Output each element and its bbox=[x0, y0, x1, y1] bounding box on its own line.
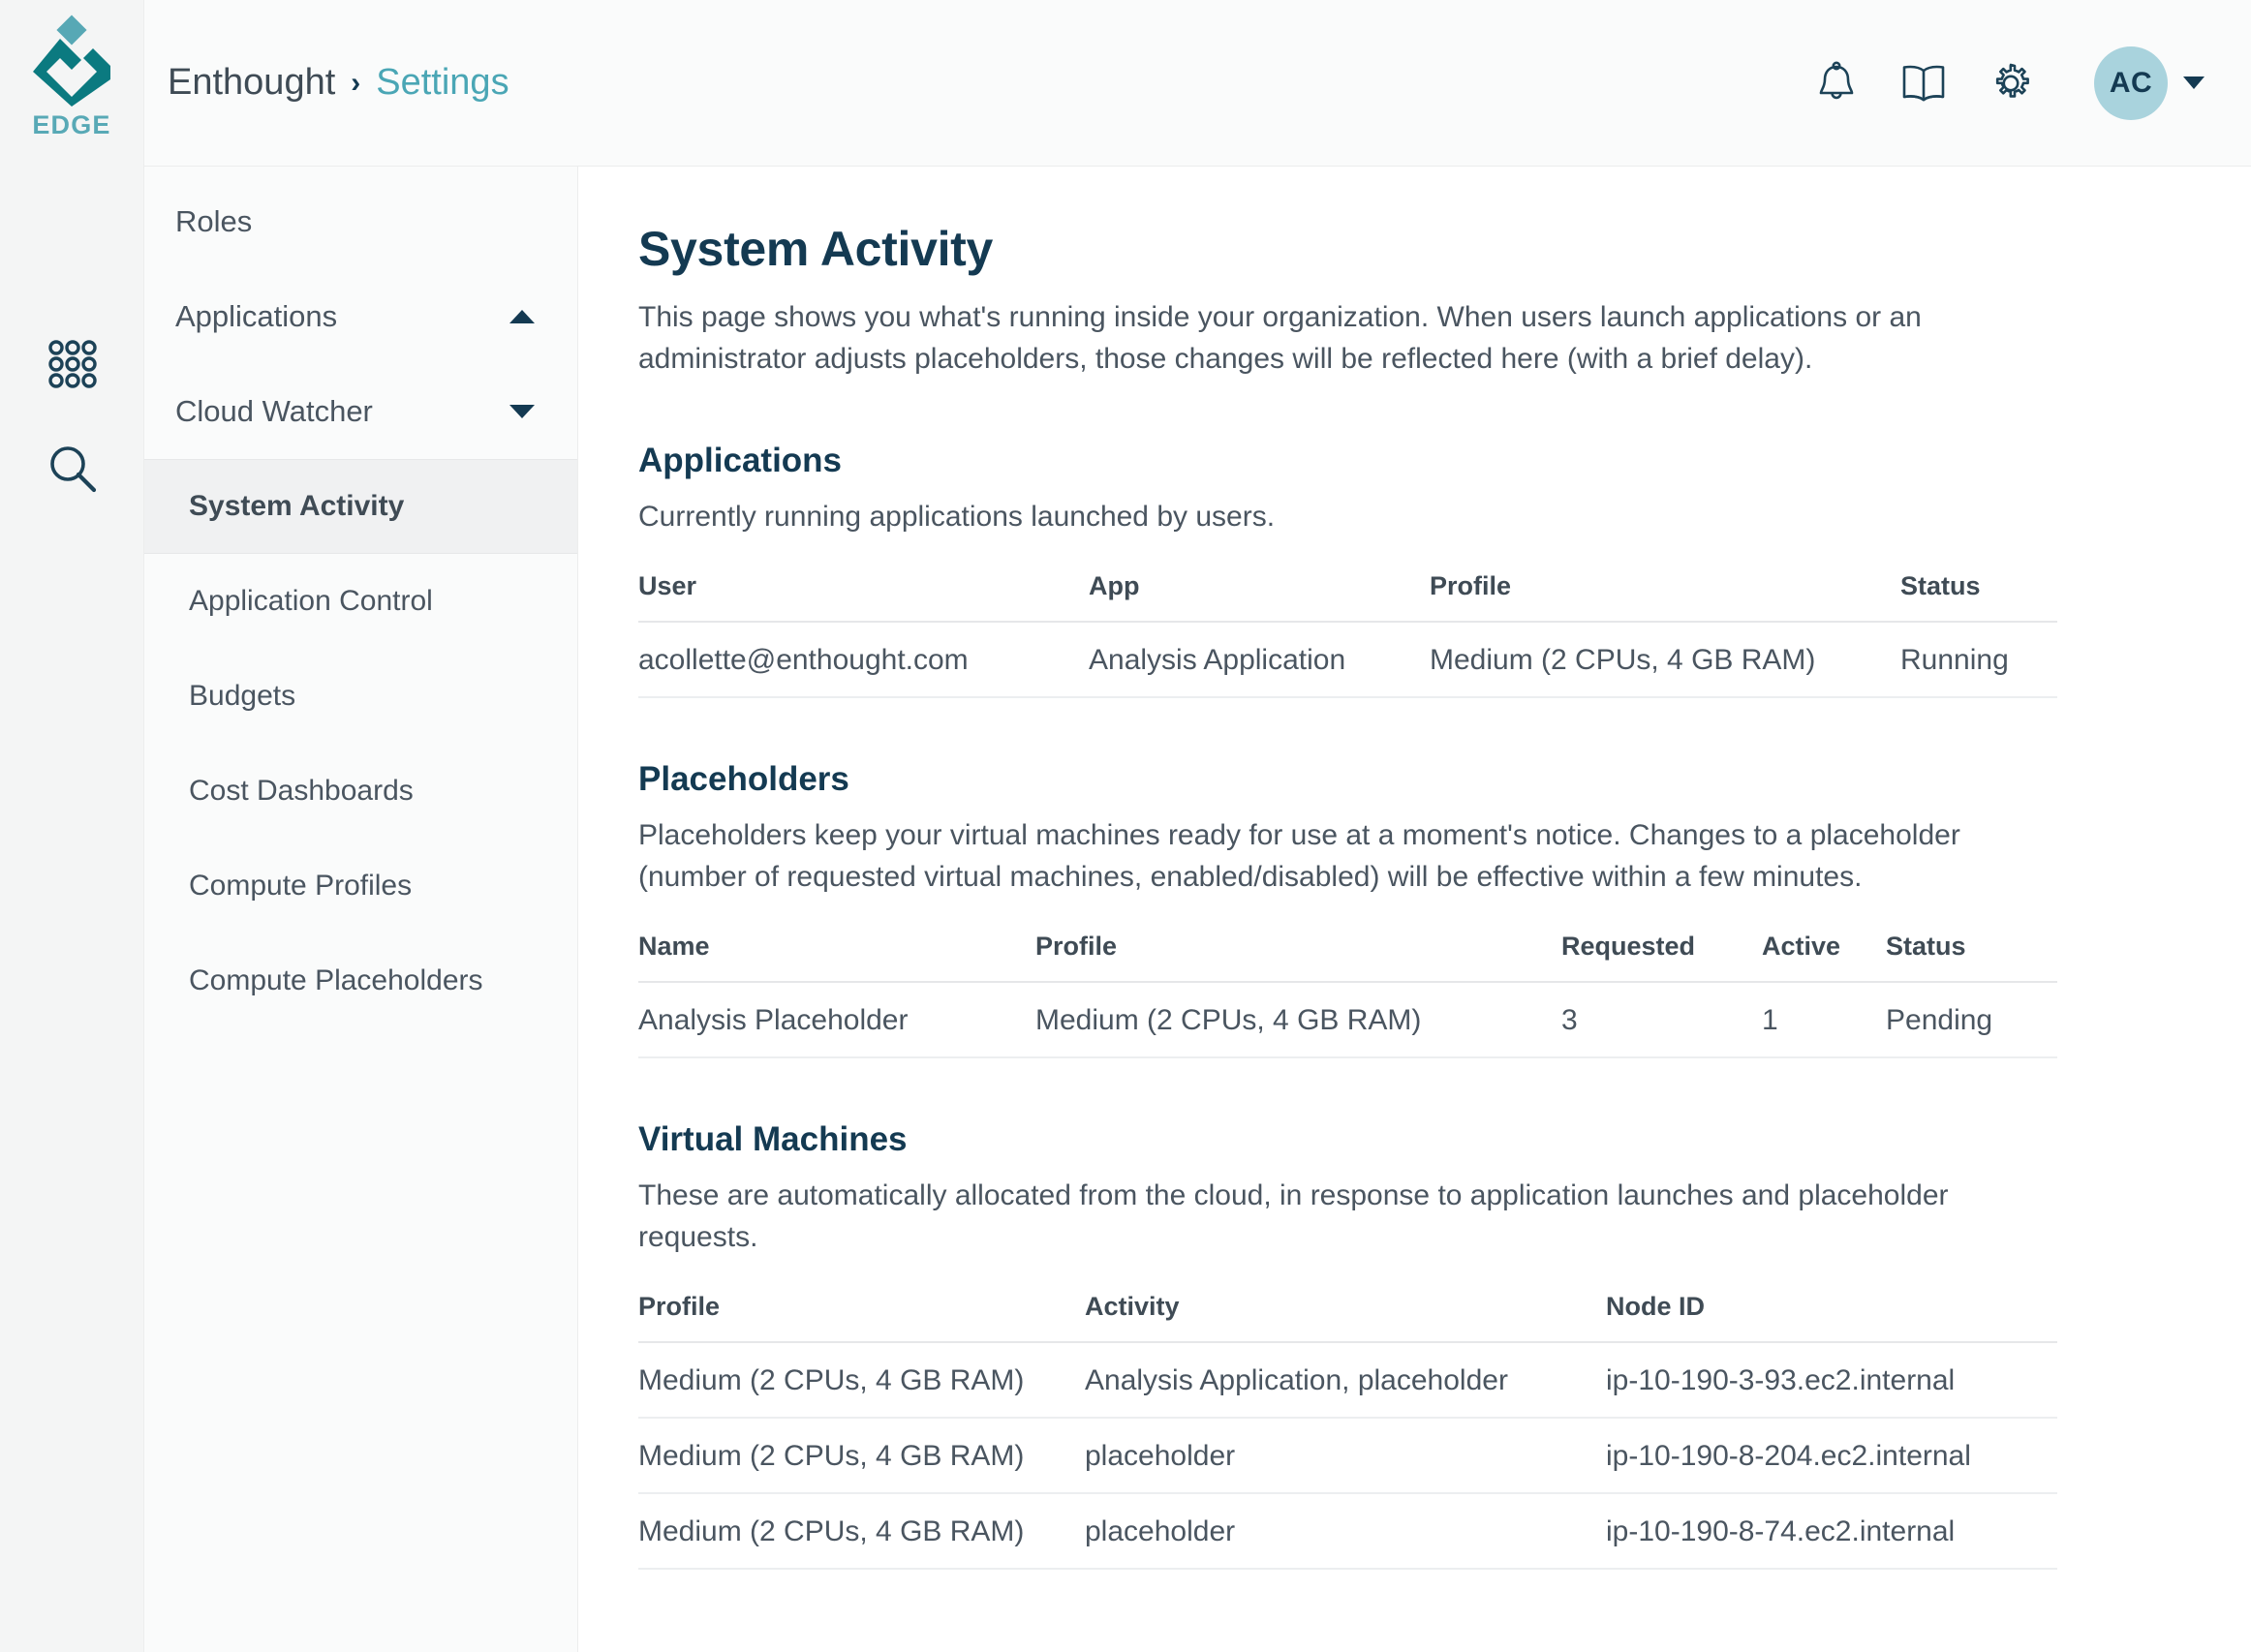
search-icon[interactable] bbox=[46, 442, 100, 496]
sidebar-item-compute-placeholders[interactable]: Compute Placeholders bbox=[144, 933, 577, 1028]
enthought-diamond-logo-icon bbox=[31, 14, 112, 107]
cell-activity: Analysis Application, placeholder bbox=[1085, 1341, 1606, 1419]
cell-node-id: ip-10-190-8-204.ec2.internal bbox=[1606, 1417, 2057, 1494]
sidebar-item-label: Applications bbox=[175, 299, 338, 333]
column-header-status: Status bbox=[1900, 570, 2057, 623]
cell-requested: 3 bbox=[1561, 981, 1762, 1058]
breadcrumb: Enthought › Settings bbox=[168, 62, 509, 104]
breadcrumb-separator-icon: › bbox=[351, 66, 361, 99]
right-column: Enthought › Settings AC Roles Applicatio… bbox=[144, 0, 2251, 1652]
top-header: Enthought › Settings AC bbox=[144, 0, 2251, 167]
sidebar-item-label: Cost Dashboards bbox=[189, 775, 414, 807]
sidebar-item-budgets[interactable]: Budgets bbox=[144, 649, 577, 744]
page-intro-text: This page shows you what's running insid… bbox=[638, 301, 1922, 376]
column-header-profile: Profile bbox=[638, 1291, 1085, 1343]
section-title: Applications bbox=[638, 442, 843, 480]
rail-icon-list bbox=[0, 337, 144, 496]
cell-profile: Medium (2 CPUs, 4 GB RAM) bbox=[638, 1341, 1085, 1419]
table-row[interactable]: Medium (2 CPUs, 4 GB RAM) placeholder ip… bbox=[638, 1417, 2057, 1494]
notifications-bell-icon[interactable] bbox=[1811, 58, 1862, 108]
sidebar-item-label: Budgets bbox=[189, 680, 296, 712]
cell-node-id: ip-10-190-8-74.ec2.internal bbox=[1606, 1492, 2057, 1570]
cell-name: Analysis Placeholder bbox=[638, 981, 1035, 1058]
section-description: Currently running applications launched … bbox=[638, 501, 1276, 534]
section-title: Virtual Machines bbox=[638, 1119, 908, 1158]
edge-wordmark: EDGE bbox=[32, 110, 111, 139]
sidebar-item-label: Compute Placeholders bbox=[189, 964, 483, 996]
sidebar-item-application-control[interactable]: Application Control bbox=[144, 554, 577, 649]
column-header-profile: Profile bbox=[1035, 931, 1561, 983]
sidebar-item-label: Compute Profiles bbox=[189, 870, 413, 902]
avatar[interactable]: AC bbox=[2094, 46, 2168, 120]
table-row[interactable]: Analysis Placeholder Medium (2 CPUs, 4 G… bbox=[638, 981, 2057, 1058]
cell-profile: Medium (2 CPUs, 4 GB RAM) bbox=[638, 1417, 1085, 1494]
chevron-down-icon[interactable] bbox=[509, 405, 535, 418]
cell-profile: Medium (2 CPUs, 4 GB RAM) bbox=[638, 1492, 1085, 1570]
chevron-up-icon[interactable] bbox=[509, 310, 535, 323]
application-root: EDGE Enthought › Settings AC Roles Appli… bbox=[0, 0, 2251, 1652]
column-header-status: Status bbox=[1886, 931, 2057, 983]
table-header-row: Profile Activity Node ID bbox=[638, 1291, 2057, 1343]
sidebar-item-system-activity[interactable]: System Activity bbox=[144, 459, 577, 554]
breadcrumb-settings[interactable]: Settings bbox=[376, 62, 509, 104]
settings-sidebar: Roles Applications Cloud Watcher System … bbox=[144, 167, 578, 1652]
cell-status: Pending bbox=[1886, 981, 2057, 1058]
sidebar-item-label: Roles bbox=[175, 204, 253, 238]
section-description: Placeholders keep your virtual machines … bbox=[638, 818, 1960, 894]
virtual-machines-table: Profile Activity Node ID Medium (2 CPUs,… bbox=[638, 1291, 2057, 1570]
documentation-book-icon[interactable] bbox=[1898, 58, 1949, 108]
cell-profile: Medium (2 CPUs, 4 GB RAM) bbox=[1035, 981, 1561, 1058]
table-row[interactable]: Medium (2 CPUs, 4 GB RAM) placeholder ip… bbox=[638, 1492, 2057, 1570]
column-header-profile: Profile bbox=[1430, 570, 1900, 623]
logo-main-shape-icon bbox=[33, 39, 110, 107]
cell-user: acollette@enthought.com bbox=[638, 621, 1089, 698]
cell-profile: Medium (2 CPUs, 4 GB RAM) bbox=[1430, 621, 1900, 698]
placeholders-table: Name Profile Requested Active Status Ana… bbox=[638, 931, 2057, 1058]
sidebar-item-label: Cloud Watcher bbox=[175, 394, 373, 428]
section-description: These are automatically allocated from t… bbox=[638, 1178, 1949, 1254]
section-title: Placeholders bbox=[638, 759, 849, 798]
apps-grid-icon[interactable] bbox=[46, 337, 100, 391]
cell-active: 1 bbox=[1762, 981, 1886, 1058]
settings-gear-icon[interactable] bbox=[1986, 58, 2036, 108]
column-header-app: App bbox=[1089, 570, 1430, 623]
column-header-user: User bbox=[638, 570, 1089, 623]
column-header-active: Active bbox=[1762, 931, 1886, 983]
brand-logo[interactable]: EDGE bbox=[0, 0, 143, 140]
column-header-activity: Activity bbox=[1085, 1291, 1606, 1343]
sidebar-item-label: Application Control bbox=[189, 585, 433, 617]
user-menu[interactable]: AC bbox=[2094, 46, 2205, 120]
table-row[interactable]: Medium (2 CPUs, 4 GB RAM) Analysis Appli… bbox=[638, 1341, 2057, 1419]
sidebar-item-applications[interactable]: Applications bbox=[144, 269, 577, 364]
cell-node-id: ip-10-190-3-93.ec2.internal bbox=[1606, 1341, 2057, 1419]
table-header-row: User App Profile Status bbox=[638, 570, 2057, 623]
page-body: Roles Applications Cloud Watcher System … bbox=[144, 167, 2251, 1652]
sidebar-item-compute-profiles[interactable]: Compute Profiles bbox=[144, 839, 577, 933]
section-placeholders: Placeholders Placeholders keep your virt… bbox=[638, 760, 2251, 1058]
cell-app: Analysis Application bbox=[1089, 621, 1430, 698]
chevron-down-icon[interactable] bbox=[2183, 76, 2205, 89]
cell-status: Running bbox=[1900, 621, 2057, 698]
column-header-name: Name bbox=[638, 931, 1035, 983]
cell-activity: placeholder bbox=[1085, 1417, 1606, 1494]
column-header-node-id: Node ID bbox=[1606, 1291, 2057, 1343]
section-virtual-machines: Virtual Machines These are automatically… bbox=[638, 1120, 2251, 1570]
sidebar-item-roles[interactable]: Roles bbox=[144, 174, 577, 269]
cell-activity: placeholder bbox=[1085, 1492, 1606, 1570]
sidebar-item-cloud-watcher[interactable]: Cloud Watcher bbox=[144, 364, 577, 459]
table-row[interactable]: acollette@enthought.com Analysis Applica… bbox=[638, 621, 2057, 698]
breadcrumb-org[interactable]: Enthought bbox=[168, 62, 335, 104]
sidebar-item-cost-dashboards[interactable]: Cost Dashboards bbox=[144, 744, 577, 839]
section-applications: Applications Currently running applicati… bbox=[638, 442, 2251, 698]
table-header-row: Name Profile Requested Active Status bbox=[638, 931, 2057, 983]
app-rail: EDGE bbox=[0, 0, 144, 1652]
main-content: System Activity This page shows you what… bbox=[578, 167, 2251, 1652]
column-header-requested: Requested bbox=[1561, 931, 1762, 983]
page-title: System Activity bbox=[638, 222, 994, 276]
applications-table: User App Profile Status acollette@enthou… bbox=[638, 570, 2057, 698]
sidebar-item-label: System Activity bbox=[189, 490, 405, 522]
header-actions: AC bbox=[1811, 46, 2205, 120]
